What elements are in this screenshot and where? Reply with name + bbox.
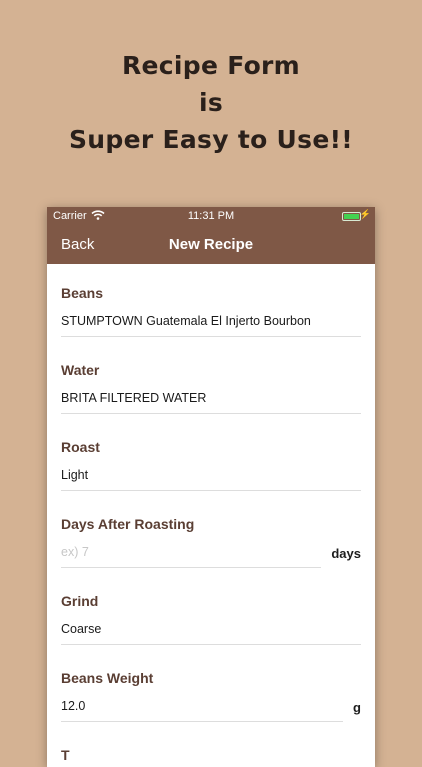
promo-line-1: Recipe Form bbox=[121, 51, 301, 80]
promo-heading: Recipe Form is Super Easy to Use!! bbox=[0, 47, 422, 158]
next-field-label: T bbox=[61, 747, 70, 763]
field-grind: Grind Coarse bbox=[47, 572, 375, 649]
phone-screen: Carrier 11:31 PM ⚡ Back New Recipe Beans… bbox=[47, 207, 375, 767]
promo-line-2: is bbox=[198, 88, 224, 117]
water-input[interactable]: BRITA FILTERED WATER bbox=[61, 391, 361, 414]
roast-input[interactable]: Light bbox=[61, 468, 361, 491]
grind-label: Grind bbox=[61, 593, 99, 609]
recipe-form: Beans STUMPTOWN Guatemala El Injerto Bou… bbox=[47, 264, 375, 767]
roast-label: Roast bbox=[61, 439, 100, 455]
days-after-roasting-input[interactable]: ex) 7 bbox=[61, 545, 321, 568]
battery-icon bbox=[342, 212, 361, 221]
beans-weight-input[interactable]: 12.0 bbox=[61, 699, 343, 722]
beans-label: Beans bbox=[61, 285, 104, 301]
page-title: New Recipe bbox=[168, 236, 254, 253]
navigation-bar: Back New Recipe bbox=[47, 225, 375, 264]
field-beans: Beans STUMPTOWN Guatemala El Injerto Bou… bbox=[47, 264, 375, 341]
field-beans-weight: Beans Weight 12.0 g bbox=[47, 649, 375, 726]
beans-input[interactable]: STUMPTOWN Guatemala El Injerto Bourbon bbox=[61, 314, 361, 337]
field-roast: Roast Light bbox=[47, 418, 375, 495]
grind-input[interactable]: Coarse bbox=[61, 622, 361, 645]
status-bar: Carrier 11:31 PM ⚡ bbox=[47, 207, 375, 225]
status-time: 11:31 PM bbox=[187, 210, 235, 222]
days-after-roasting-label: Days After Roasting bbox=[61, 516, 195, 532]
days-unit-label: days bbox=[331, 546, 361, 561]
water-label: Water bbox=[61, 362, 100, 378]
field-days-after-roasting: Days After Roasting ex) 7 days bbox=[47, 495, 375, 572]
beans-weight-label: Beans Weight bbox=[61, 670, 154, 686]
grams-unit-label: g bbox=[353, 700, 361, 715]
field-next: T bbox=[47, 726, 375, 767]
field-water: Water BRITA FILTERED WATER bbox=[47, 341, 375, 418]
promo-line-3: Super Easy to Use!! bbox=[69, 125, 353, 154]
charging-icon: ⚡ bbox=[359, 209, 371, 219]
